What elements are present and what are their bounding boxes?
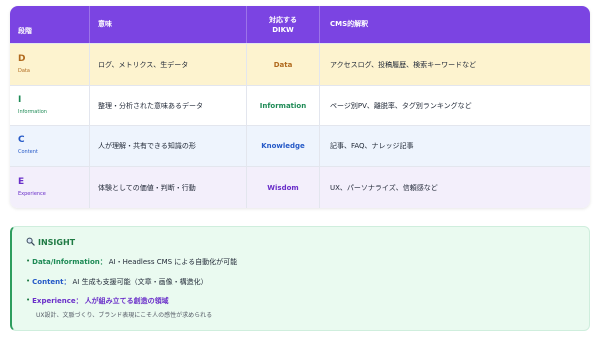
stage-letter: E: [18, 176, 25, 187]
dikw-tag: Wisdom: [267, 183, 299, 192]
insight-title: INSIGHT: [26, 237, 75, 248]
table-row: C Content 人が理解・共有できる知識の形 Knowledge 記事、FA…: [10, 126, 590, 167]
cms-cell: 記事、FAQ、ナレッジ記事: [330, 142, 414, 150]
insight-bullet: •: [26, 277, 31, 285]
insight-bullet: •: [26, 296, 31, 304]
cms-cell: UX、パーソナライズ、信頼感など: [330, 183, 438, 192]
magnifier-icon: [26, 237, 35, 248]
insight-box: INSIGHT • Data/Information： AI・Headless …: [10, 226, 590, 331]
dikw-cell: Data: [247, 44, 320, 85]
stage-letter: I: [18, 94, 22, 105]
cms-cell: アクセスログ、投稿履歴、検索キーワードなど: [330, 60, 477, 69]
header-dikw: 対応する DIKW: [247, 6, 320, 43]
header-dikw-line1: 対応する: [269, 15, 297, 24]
stage-word: Information: [18, 108, 47, 115]
insight-key: Experience：: [32, 297, 83, 305]
meaning-cell: 整理・分析された意味あるデータ: [90, 86, 247, 125]
meaning-cell: ログ、メトリクス、生データ: [90, 44, 247, 85]
dikw-tag: Information: [259, 101, 307, 110]
insight-title-text: INSIGHT: [38, 238, 76, 247]
insight-bullet: •: [26, 257, 31, 265]
cms-cell: ページ別PV、離脱率、タグ別ランキングなど: [330, 101, 472, 110]
insight-line-experience: • Experience： 人が組み立てる創造の領域: [26, 296, 169, 306]
stage-word: Content: [18, 149, 38, 155]
stage-cell: I Information: [10, 86, 90, 125]
stage-word: Experience: [18, 190, 46, 197]
stage-cell: C Content: [10, 126, 90, 166]
meaning-cell: 人が理解・共有できる知識の形: [90, 126, 247, 166]
dikw-tag: Knowledge: [261, 142, 305, 150]
insight-subtext: UX設計、文脈づくり、ブランド表現にこそ人の感性が求められる: [36, 312, 213, 319]
header-stage: 段階: [10, 6, 90, 43]
insight-line-content: • Content： AI 生成も支援可能（文章・画像・構造化）: [26, 277, 208, 287]
stage-cell: D Data: [10, 44, 90, 85]
table-row: I Information 整理・分析された意味あるデータ Informatio…: [10, 86, 590, 126]
insight-key: Content：: [32, 278, 71, 286]
stage-letter: C: [18, 135, 25, 145]
insight-text: 人が組み立てる創造の領域: [84, 297, 169, 305]
dikw-cell: Information: [247, 86, 320, 125]
stage-letter: D: [18, 53, 26, 64]
insight-key: Data/Information：: [32, 258, 107, 266]
header-meaning: 意味: [90, 6, 247, 43]
dikw-tag: Data: [273, 60, 293, 69]
dikw-cell: Knowledge: [247, 126, 320, 166]
dikw-cell: Wisdom: [247, 167, 320, 208]
meaning-cell: 体験としての価値・判断・行動: [90, 167, 247, 208]
insight-text: AI 生成も支援可能（文章・画像・構造化）: [72, 278, 208, 286]
dikw-table: 段階 意味 対応する DIKW CMS的解釈 D Data ログ、メトリクス、生…: [10, 6, 590, 208]
insight-line-data-information: • Data/Information： AI・Headless CMS による自…: [26, 257, 237, 267]
stage-cell: E Experience: [10, 167, 90, 208]
table-header: 段階 意味 対応する DIKW CMS的解釈: [10, 6, 590, 44]
header-cms: CMS的解釈: [330, 20, 369, 28]
stage-word: Data: [18, 67, 30, 74]
table-row: D Data ログ、メトリクス、生データ Data アクセスログ、投稿履歴、検索…: [10, 44, 590, 86]
table-row: E Experience 体験としての価値・判断・行動 Wisdom UX、パー…: [10, 167, 590, 208]
insight-text: AI・Headless CMS による自動化が可能: [108, 258, 238, 266]
header-dikw-line2: DIKW: [272, 25, 294, 34]
